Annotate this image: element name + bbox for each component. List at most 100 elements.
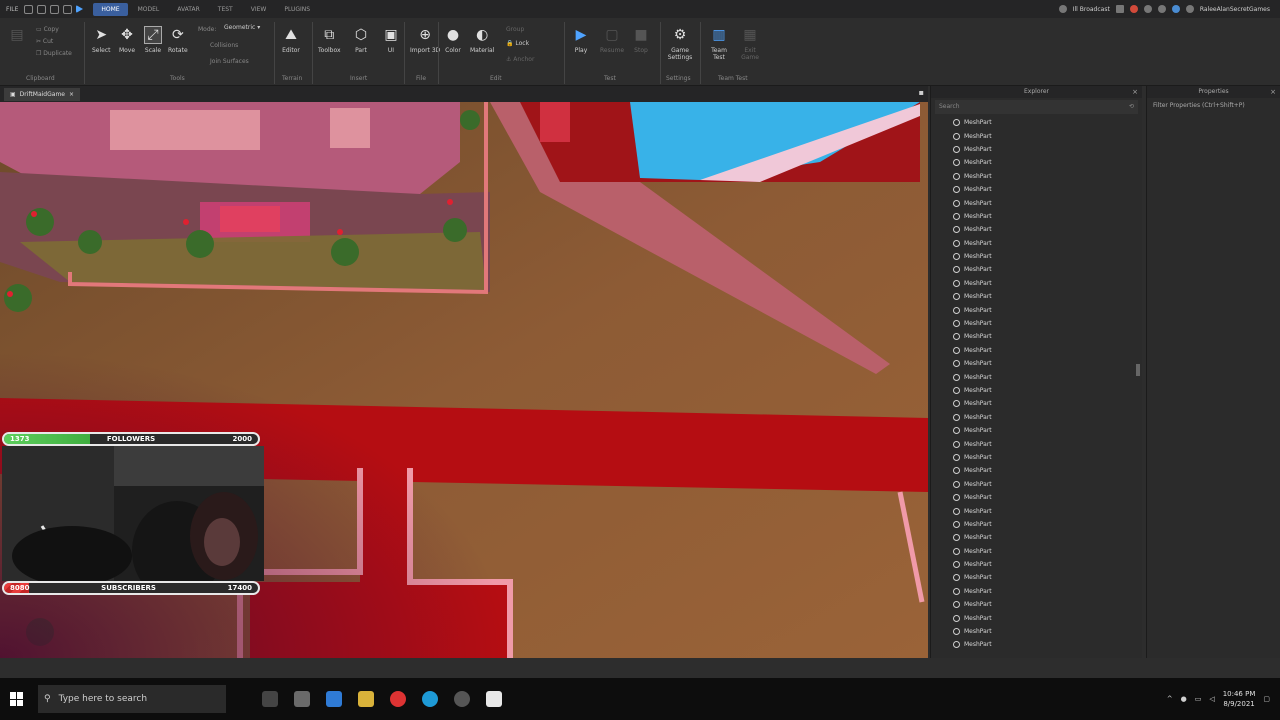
terrain-editor-button[interactable]: ⛰ Editor xyxy=(282,26,300,54)
explorer-item[interactable]: MeshPart xyxy=(953,625,1142,638)
mode-dropdown[interactable]: Geometric ▾ xyxy=(224,24,260,31)
network-icon[interactable]: ▭ xyxy=(1195,695,1202,703)
close-icon[interactable]: × xyxy=(69,88,74,101)
settings-icon[interactable] xyxy=(1157,5,1166,13)
resume-button[interactable]: ▢ Resume xyxy=(600,26,624,54)
explorer-item[interactable]: MeshPart xyxy=(953,638,1142,651)
explorer-item[interactable]: MeshPart xyxy=(953,478,1142,491)
explorer-item[interactable]: MeshPart xyxy=(953,611,1142,624)
tab-view[interactable]: VIEW xyxy=(243,3,275,16)
undo-icon[interactable] xyxy=(37,4,47,14)
microphone-icon[interactable]: ● xyxy=(1181,695,1187,703)
join-surfaces-toggle[interactable]: Join Surfaces xyxy=(210,58,249,65)
chrome-icon[interactable] xyxy=(390,691,406,707)
ui-button[interactable]: ▣ UI xyxy=(382,26,400,54)
part-button[interactable]: ⬡ Part xyxy=(352,26,370,54)
clock[interactable]: 10:46 PM 8/9/2021 xyxy=(1223,689,1256,709)
explorer-item[interactable]: MeshPart xyxy=(953,464,1142,477)
explorer-item[interactable]: MeshPart xyxy=(953,330,1142,343)
explorer-item[interactable]: MeshPart xyxy=(953,116,1142,129)
refresh-icon[interactable] xyxy=(63,4,73,14)
edge-legacy-icon[interactable] xyxy=(326,691,342,707)
explorer-item[interactable]: MeshPart xyxy=(953,143,1142,156)
move-tool[interactable]: ✥ Move xyxy=(118,26,136,54)
help-icon[interactable] xyxy=(1143,5,1152,13)
collisions-toggle[interactable]: Collisions xyxy=(210,42,238,49)
explorer-item[interactable]: MeshPart xyxy=(953,290,1142,303)
explorer-item[interactable]: MeshPart xyxy=(953,571,1142,584)
chevron-up-icon[interactable]: ^ xyxy=(1167,695,1173,703)
windows-start-icon[interactable] xyxy=(10,692,24,706)
volume-icon[interactable]: ◁ xyxy=(1209,695,1214,703)
record-icon[interactable] xyxy=(1129,5,1138,13)
play-button[interactable]: ▶ Play xyxy=(572,26,590,54)
explorer-item[interactable]: MeshPart xyxy=(953,518,1142,531)
explorer-item[interactable]: MeshPart xyxy=(953,129,1142,142)
taskbar-search-input[interactable]: ⚲ Type here to search xyxy=(38,685,226,713)
explorer-item[interactable]: MeshPart xyxy=(953,558,1142,571)
roblox-studio-icon[interactable] xyxy=(486,691,502,707)
explorer-item[interactable]: MeshPart xyxy=(953,585,1142,598)
file-explorer-icon[interactable] xyxy=(294,691,310,707)
explorer-search-input[interactable]: Search ⟲ xyxy=(935,100,1138,114)
group-button[interactable]: Group xyxy=(506,26,524,33)
explorer-item[interactable]: MeshPart xyxy=(953,504,1142,517)
task-view-icon[interactable] xyxy=(262,691,278,707)
file-menu[interactable]: FILE xyxy=(0,6,24,13)
explorer-item[interactable]: MeshPart xyxy=(953,437,1142,450)
explorer-item[interactable]: MeshPart xyxy=(953,263,1142,276)
close-icon[interactable]: × xyxy=(1132,86,1138,98)
obs-icon[interactable] xyxy=(454,691,470,707)
scale-tool[interactable]: ⤢ Scale xyxy=(144,26,162,54)
exit-game-button[interactable]: ▦ Exit Game xyxy=(738,26,762,61)
duplicate-button[interactable]: ❐ Duplicate xyxy=(36,50,72,57)
broadcast-icon[interactable] xyxy=(1058,5,1067,13)
explorer-item[interactable]: MeshPart xyxy=(953,317,1142,330)
explorer-item[interactable]: MeshPart xyxy=(953,357,1142,370)
material-button[interactable]: ◐ Material xyxy=(470,26,494,54)
notifications-icon[interactable] xyxy=(1185,5,1194,13)
color-button[interactable]: ● Color xyxy=(444,26,462,54)
tab-plugins[interactable]: PLUGINS xyxy=(276,3,318,16)
cloud-icon[interactable] xyxy=(1171,5,1180,13)
copy-button[interactable]: ▭ Copy xyxy=(36,26,59,33)
edge-icon[interactable] xyxy=(422,691,438,707)
explorer-item[interactable]: MeshPart xyxy=(953,491,1142,504)
explorer-item[interactable]: MeshPart xyxy=(953,277,1142,290)
explorer-item[interactable]: MeshPart xyxy=(953,451,1142,464)
history-icon[interactable]: ⟲ xyxy=(1129,100,1134,114)
explorer-item[interactable]: MeshPart xyxy=(953,170,1142,183)
select-tool[interactable]: ➤ Select xyxy=(92,26,111,54)
explorer-scrollbar[interactable] xyxy=(1136,364,1140,376)
tab-test[interactable]: TEST xyxy=(210,3,241,16)
explorer-item[interactable]: MeshPart xyxy=(953,156,1142,169)
anchor-button[interactable]: ⚓ Anchor xyxy=(506,56,534,63)
explorer-item[interactable]: MeshPart xyxy=(953,183,1142,196)
explorer-item[interactable]: MeshPart xyxy=(953,545,1142,558)
explorer-item[interactable]: MeshPart xyxy=(953,411,1142,424)
import-3d-button[interactable]: ⊕ Import 3D xyxy=(410,26,440,54)
cut-button[interactable]: ✂ Cut xyxy=(36,38,53,45)
explorer-item[interactable]: MeshPart xyxy=(953,531,1142,544)
explorer-item[interactable]: MeshPart xyxy=(953,210,1142,223)
account-name[interactable]: RaleeAlanSecretGames xyxy=(1200,6,1270,13)
team-test-button[interactable]: ▥ Team Test xyxy=(706,26,732,61)
tab-avatar[interactable]: AVATAR xyxy=(169,3,208,16)
save-icon[interactable] xyxy=(24,4,34,14)
explorer-item[interactable]: MeshPart xyxy=(953,598,1142,611)
viewport-menu-icon[interactable]: ▪ xyxy=(919,88,924,97)
paste-button[interactable]: ▤ xyxy=(8,26,26,47)
explorer-item[interactable]: MeshPart xyxy=(953,237,1142,250)
game-settings-button[interactable]: ⚙ Game Settings xyxy=(666,26,694,61)
rotate-tool[interactable]: ⟳ Rotate xyxy=(168,26,188,54)
explorer-item[interactable]: MeshPart xyxy=(953,196,1142,209)
3d-viewport[interactable]: 1373 FOLLOWERS 2000 8080 SUBSCRIBERS 174… xyxy=(0,102,928,658)
document-tab[interactable]: ▣ DriftMaidGame × xyxy=(4,88,81,101)
explorer-item[interactable]: MeshPart xyxy=(953,397,1142,410)
lock-button[interactable]: 🔒 Lock xyxy=(506,40,529,47)
explorer-item[interactable]: MeshPart xyxy=(953,384,1142,397)
explorer-item[interactable]: MeshPart xyxy=(953,424,1142,437)
toolbox-button[interactable]: ⧉ Toolbox xyxy=(318,26,341,54)
explorer-item[interactable]: MeshPart xyxy=(953,223,1142,236)
redo-icon[interactable] xyxy=(50,4,60,14)
